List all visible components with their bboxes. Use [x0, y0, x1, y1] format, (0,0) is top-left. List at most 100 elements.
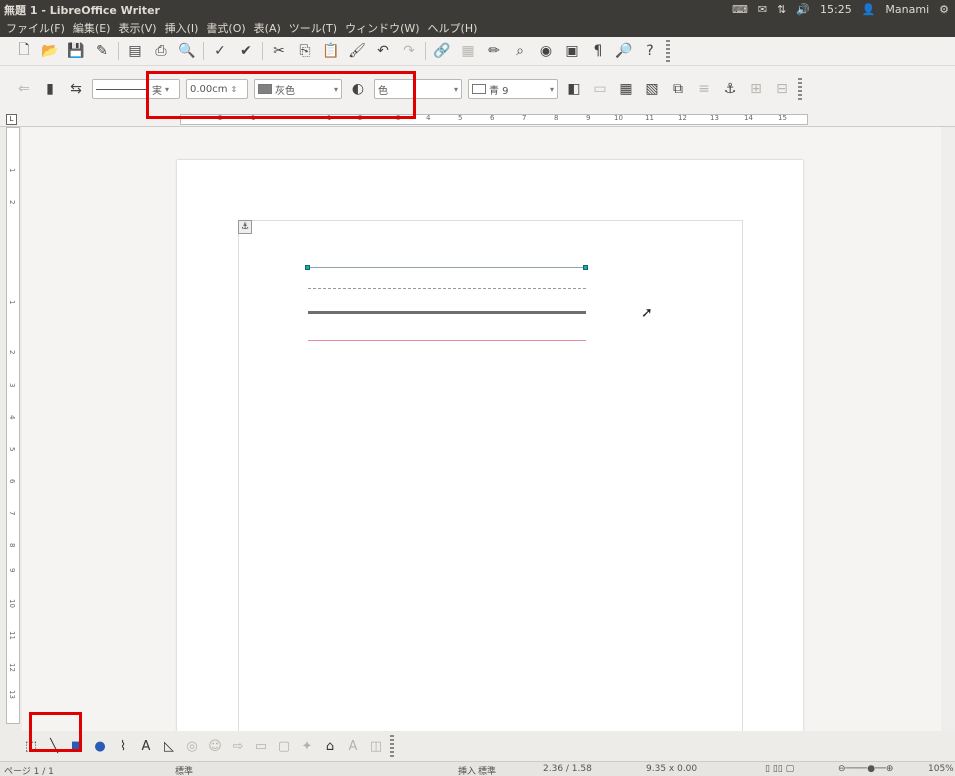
dropdown-arrow-icon: ▾	[453, 84, 458, 94]
ruler-tick: 3	[396, 114, 401, 122]
insert-mode[interactable]: 挿入	[458, 764, 476, 776]
area-style-select[interactable]: 色 ▾	[374, 79, 462, 99]
zoom-icon[interactable]: 🔎	[614, 41, 634, 61]
show-draw-functions-icon[interactable]: ✏	[484, 41, 504, 61]
line-style-select[interactable]: 実 ▾	[92, 79, 180, 99]
line-start-handle[interactable]	[305, 265, 310, 270]
mail-icon[interactable]: ✉	[758, 3, 767, 16]
arrow-style-icon[interactable]: ⇆	[66, 79, 86, 99]
clone-format-icon[interactable]: 🖌	[347, 41, 367, 61]
edit-file-icon[interactable]: ✎	[92, 41, 112, 61]
align-icon[interactable]: ≡	[694, 79, 714, 99]
auto-spellcheck-icon[interactable]: ✔	[236, 41, 256, 61]
formatting-marks-icon[interactable]: ¶	[588, 41, 608, 61]
anchor-icon[interactable]: ⚓	[238, 220, 252, 234]
separator	[203, 42, 204, 60]
print-icon[interactable]: ⎙	[151, 41, 171, 61]
callouts-shapes-icon[interactable]: ▢	[275, 737, 293, 755]
menu-edit[interactable]: 編集(E)	[73, 20, 111, 36]
select-icon[interactable]: ⬚	[22, 737, 40, 755]
send-to-back-icon[interactable]: ▧	[642, 79, 662, 99]
line-end-handle[interactable]	[583, 265, 588, 270]
copy-icon[interactable]: ⎘	[295, 41, 315, 61]
menu-insert[interactable]: 挿入(I)	[165, 20, 199, 36]
menu-table[interactable]: 表(A)	[254, 20, 281, 36]
points-icon[interactable]: ⌂	[321, 737, 339, 755]
ungroup-icon[interactable]: ⊟	[772, 79, 792, 99]
undo-icon[interactable]: ↶	[373, 41, 393, 61]
redo-icon[interactable]: ↷	[399, 41, 419, 61]
wrap-off-icon[interactable]: ▭	[590, 79, 610, 99]
navigator-icon[interactable]: ◉	[536, 41, 556, 61]
callouts-icon[interactable]: ◺	[160, 737, 178, 755]
menu-window[interactable]: ウィンドウ(W)	[345, 20, 419, 36]
open-folder-icon[interactable]: 📂	[40, 41, 60, 61]
arrange-icon[interactable]: ⧉	[668, 79, 688, 99]
menu-format[interactable]: 書式(O)	[206, 20, 245, 36]
save-icon[interactable]: 💾	[66, 41, 86, 61]
view-layout-icons[interactable]: ▯ ▯▯ ▢	[765, 764, 794, 774]
tab-stop-selector[interactable]: L	[6, 114, 17, 125]
toolbar-grip[interactable]	[390, 735, 394, 757]
menu-file[interactable]: ファイル(F)	[6, 20, 65, 36]
group-icon[interactable]: ⊞	[746, 79, 766, 99]
area-icon[interactable]: ◐	[348, 79, 368, 99]
bring-to-front-icon[interactable]: ▦	[616, 79, 636, 99]
line-color-select[interactable]: 灰色 ▾	[254, 79, 342, 99]
ruler-tick: 12	[678, 114, 687, 122]
spellcheck-icon[interactable]: ✓	[210, 41, 230, 61]
block-arrows-icon[interactable]: ⇨	[229, 737, 247, 755]
text-tool-icon[interactable]: A	[137, 737, 155, 755]
new-document-icon[interactable]: 🗋	[14, 41, 34, 61]
selection-mode[interactable]: 標準	[478, 764, 496, 776]
gallery-icon[interactable]: ▣	[562, 41, 582, 61]
help-icon[interactable]: ?	[640, 41, 660, 61]
menu-help[interactable]: ヘルプ(H)	[428, 20, 478, 36]
zoom-level[interactable]: 105%	[928, 764, 954, 774]
gear-icon[interactable]: ⚙	[939, 3, 949, 16]
area-fill-select[interactable]: 青 9 ▾	[468, 79, 558, 99]
table-icon[interactable]: ▦	[458, 41, 478, 61]
thick-gray-line-shape[interactable]	[308, 311, 586, 314]
hyperlink-icon[interactable]: 🔗	[432, 41, 452, 61]
network-icon[interactable]: ⇅	[777, 3, 786, 16]
zoom-slider[interactable]: ⊖────●──⊕	[838, 764, 893, 774]
dashed-line-shape[interactable]	[308, 288, 586, 289]
extrusion-icon[interactable]: ◫	[367, 737, 385, 755]
basic-shapes-icon[interactable]: ◎	[183, 737, 201, 755]
paste-icon[interactable]: 📋	[321, 41, 341, 61]
vertical-scrollbar[interactable]	[941, 127, 955, 731]
line-icon[interactable]: ▮	[40, 79, 60, 99]
fontwork-icon[interactable]: A	[344, 737, 362, 755]
horizontal-ruler[interactable]: L 2 1 1 2 3 4 5 6 7 8 9 10 11 12 13 14 1…	[0, 112, 955, 127]
menu-tools[interactable]: ツール(T)	[289, 20, 337, 36]
ellipse-tool-icon[interactable]: ●	[91, 737, 109, 755]
arrow-left-icon[interactable]: ⇐	[14, 79, 34, 99]
find-replace-icon[interactable]: ⌕	[510, 41, 530, 61]
stars-icon[interactable]: ✦	[298, 737, 316, 755]
anchor-icon[interactable]: ⚓	[720, 79, 740, 99]
keyboard-icon[interactable]: ⌨	[732, 3, 748, 16]
symbol-shapes-icon[interactable]: ☺	[206, 737, 224, 755]
menu-view[interactable]: 表示(V)	[118, 20, 156, 36]
user-name[interactable]: Manami	[885, 3, 929, 16]
page-style[interactable]: 標準	[175, 764, 193, 776]
ruler-tick: 7	[8, 511, 16, 516]
line-width-field[interactable]: 0.00cm ⇕	[186, 79, 248, 99]
toolbar-grip[interactable]	[798, 78, 802, 100]
shadow-icon[interactable]: ◧	[564, 79, 584, 99]
rectangle-tool-icon[interactable]: ■	[68, 737, 86, 755]
cut-icon[interactable]: ✂	[269, 41, 289, 61]
export-pdf-icon[interactable]: ▤	[125, 41, 145, 61]
pink-line-shape[interactable]	[308, 340, 586, 341]
vertical-ruler[interactable]: 1 2 1 2 3 4 5 6 7 8 9 10 11 12 13	[6, 127, 20, 724]
toolbar-grip[interactable]	[666, 40, 670, 62]
flowchart-icon[interactable]: ▭	[252, 737, 270, 755]
line-tool-icon[interactable]: ╲	[45, 737, 63, 755]
selected-line-shape[interactable]	[308, 267, 586, 268]
page-count[interactable]: ページ 1 / 1	[4, 764, 54, 776]
print-preview-icon[interactable]: 🔍	[177, 41, 197, 61]
freeform-line-icon[interactable]: ⌇	[114, 737, 132, 755]
clock[interactable]: 15:25	[820, 3, 852, 16]
volume-icon[interactable]: 🔊	[796, 3, 810, 16]
